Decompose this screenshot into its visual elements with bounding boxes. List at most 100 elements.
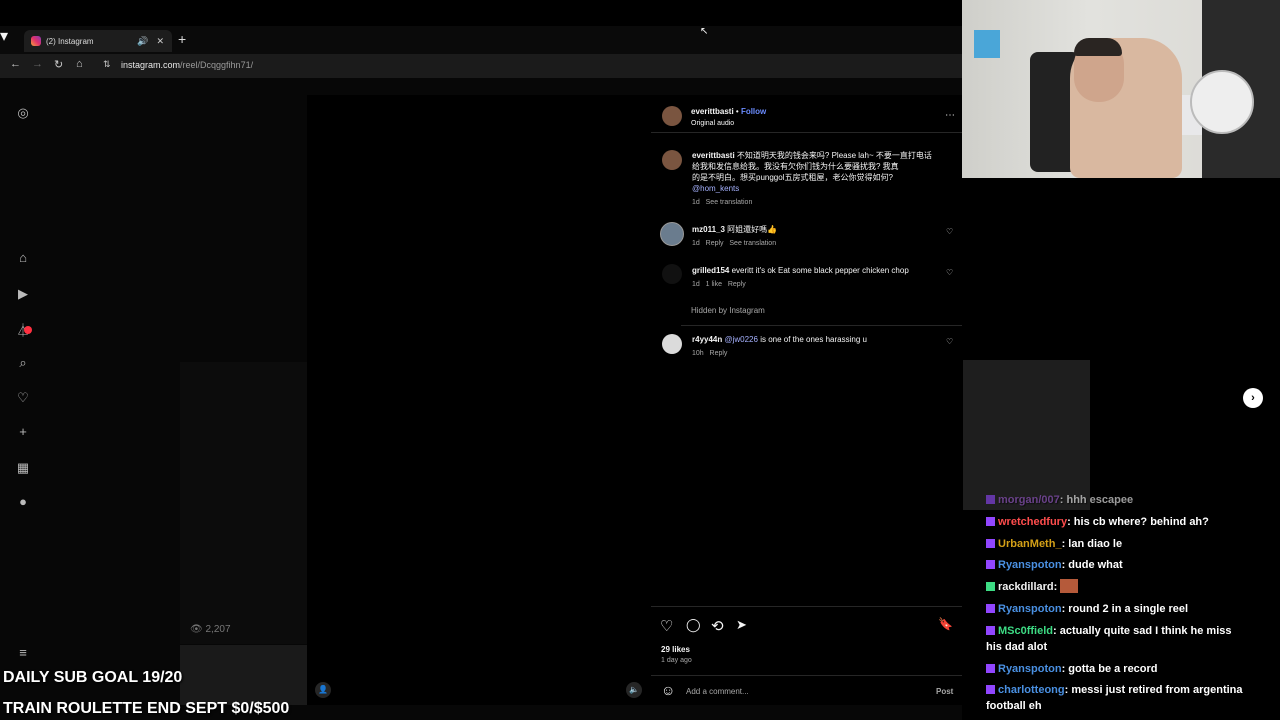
site-info-icon[interactable]: ⇅ xyxy=(103,59,111,70)
comment-mention-link[interactable]: @jw0226 xyxy=(724,335,757,344)
search-nav-icon[interactable]: ⌕ xyxy=(14,355,32,371)
mouse-cursor-icon: ↖ xyxy=(700,26,709,37)
notifications-nav-icon[interactable]: ♡ xyxy=(14,390,32,406)
sub-badge-icon xyxy=(986,517,995,526)
chat-username[interactable]: UrbanMeth_ xyxy=(998,538,1062,550)
url-path: /reel/Dcqggfihn71/ xyxy=(180,60,254,70)
back-icon[interactable]: ← xyxy=(10,58,21,70)
kick-badge-icon xyxy=(986,582,995,591)
profile-nav-icon[interactable]: ● xyxy=(14,494,32,509)
chat-text: : xyxy=(1053,581,1058,593)
chat-message: UrbanMeth_: lan diao le xyxy=(986,536,1122,552)
tab-instagram[interactable]: (2) Instagram 🔊 ✕ xyxy=(24,30,172,52)
url-field[interactable]: instagram.com/reel/Dcqggfihn71/ xyxy=(121,60,253,70)
chat-username[interactable]: wretchedfury xyxy=(998,516,1067,528)
chat-username[interactable]: Ryanspoton xyxy=(998,559,1062,571)
comment-time: 1d xyxy=(692,281,700,288)
tab-list-chevron-icon[interactable]: ▾ xyxy=(0,26,8,46)
comment-meta: 1d Reply See translation xyxy=(692,240,776,247)
views-value: 2,207 xyxy=(205,624,231,635)
comment-reply-link[interactable]: Reply xyxy=(728,281,746,288)
caption-translate-link[interactable]: See translation xyxy=(706,199,753,206)
post-header: everittbasti • Follow xyxy=(691,107,767,116)
next-reel-button[interactable]: › xyxy=(1243,388,1263,408)
forward-icon[interactable]: → xyxy=(32,58,43,70)
tagged-users-icon[interactable]: 👤 xyxy=(315,682,331,698)
home-icon[interactable]: ⌂ xyxy=(76,58,83,70)
repost-icon[interactable]: ⟲ xyxy=(711,617,724,635)
sound-toggle-icon[interactable]: 🔈 xyxy=(626,682,642,698)
like-icon[interactable]: ♡ xyxy=(660,617,673,635)
chat-username[interactable]: MSc0ffield xyxy=(998,625,1053,637)
hidden-comments-label[interactable]: Hidden by Instagram xyxy=(691,305,765,316)
likes-count[interactable]: 29 likes xyxy=(661,644,690,655)
webcam-streamer-hair xyxy=(1074,38,1122,56)
audio-label[interactable]: Original audio xyxy=(691,118,734,129)
caption-text: everittbasti 不知道明天我的钱会来吗? Please lah~ 不要… xyxy=(692,150,950,194)
reload-icon[interactable]: ↻ xyxy=(54,58,63,71)
chat-username[interactable]: Ryanspoton xyxy=(998,603,1062,615)
more-options-icon[interactable]: ⋯ xyxy=(945,110,955,121)
comment-reply-link[interactable]: Reply xyxy=(706,240,724,247)
reels-nav-icon[interactable]: ▶ xyxy=(14,286,32,302)
comment-avatar[interactable] xyxy=(660,222,684,246)
comment-avatar[interactable] xyxy=(662,264,682,284)
follow-button[interactable]: Follow xyxy=(741,107,766,116)
sub-badge-icon xyxy=(986,664,995,673)
view-count: 👁 2,207 xyxy=(190,624,231,635)
sub-goal-overlay: DAILY SUB GOAL 19/20 xyxy=(3,669,183,686)
window-top-bar xyxy=(0,0,962,26)
comment-like-icon[interactable]: ♡ xyxy=(946,268,953,277)
chat-message: Ryanspoton: round 2 in a single reel xyxy=(986,601,1188,617)
chat-username[interactable]: rackdillard xyxy=(998,581,1054,593)
dashboard-nav-icon[interactable]: ▦ xyxy=(14,460,32,476)
comment-username[interactable]: mz011_3 xyxy=(692,225,725,234)
streamer-webcam xyxy=(962,0,1280,178)
webcam-poster xyxy=(974,30,1000,58)
comment-like-icon[interactable]: ♡ xyxy=(946,227,953,236)
chat-text: : dude what xyxy=(1061,559,1123,571)
comment-meta: 10h Reply xyxy=(692,350,727,357)
chat-username[interactable]: morgan/007 xyxy=(998,494,1060,506)
comment-username[interactable]: grilled154 xyxy=(692,266,729,275)
chat-message: rackdillard: xyxy=(986,579,1079,595)
comment-username[interactable]: r4yy44n xyxy=(692,335,722,344)
chat-text: : actually quite sad I think he miss xyxy=(1053,625,1232,637)
tab-close-icon[interactable]: ✕ xyxy=(156,36,164,47)
share-icon[interactable]: ➤ xyxy=(736,617,747,633)
chat-username[interactable]: Ryanspoton xyxy=(998,663,1062,675)
header-divider xyxy=(651,132,962,133)
comment-avatar[interactable] xyxy=(662,334,682,354)
caption-username[interactable]: everittbasti xyxy=(692,151,735,160)
chat-text: : hhh escapee xyxy=(1059,494,1134,506)
save-icon[interactable]: 🔖 xyxy=(938,617,953,631)
webcam-fan xyxy=(1190,70,1254,134)
chat-text: : gotta be a record xyxy=(1061,663,1158,675)
comment-icon[interactable]: ◯ xyxy=(686,617,701,633)
more-menu-icon[interactable]: ≡ xyxy=(14,645,32,660)
author-avatar[interactable] xyxy=(662,106,682,126)
comment-row: r4yy44n @jw0226 is one of the ones haras… xyxy=(692,334,867,345)
comment-like-count[interactable]: 1 like xyxy=(706,281,722,288)
author-username[interactable]: everittbasti xyxy=(691,107,734,116)
new-tab-button[interactable]: + xyxy=(178,31,186,47)
chat-username[interactable]: charlotteong xyxy=(998,684,1065,696)
comment-reply-link[interactable]: Reply xyxy=(710,350,728,357)
chat-message: MSc0ffield: actually quite sad I think h… xyxy=(986,623,1232,655)
create-nav-icon[interactable]: + xyxy=(14,424,32,439)
emoji-picker-icon[interactable]: ☺ xyxy=(661,682,675,698)
caption-mention-link[interactable]: @hom_kents xyxy=(692,184,739,193)
tab-audio-icon[interactable]: 🔊 xyxy=(137,36,148,47)
comment-box-divider xyxy=(651,675,962,676)
comment-translate-link[interactable]: See translation xyxy=(729,240,776,247)
comment-like-icon[interactable]: ♡ xyxy=(946,337,953,346)
roulette-overlay: TRAIN ROULETTE END SEPT $0/$500 xyxy=(3,700,290,717)
add-comment-input[interactable]: Add a comment... xyxy=(686,686,749,697)
caption-avatar[interactable] xyxy=(662,150,682,170)
home-nav-icon[interactable]: ⌂ xyxy=(14,250,32,265)
caption-line-2: 给我和发信息给我。我没有欠你们钱为什么要骚扰我? 我真 xyxy=(692,162,899,171)
comment-row: mz011_3 阿姐還好嗎👍 xyxy=(692,224,777,235)
reel-video-player[interactable] xyxy=(307,95,651,705)
post-comment-button[interactable]: Post xyxy=(936,686,953,697)
instagram-logo-icon[interactable]: ◎ xyxy=(14,105,32,121)
